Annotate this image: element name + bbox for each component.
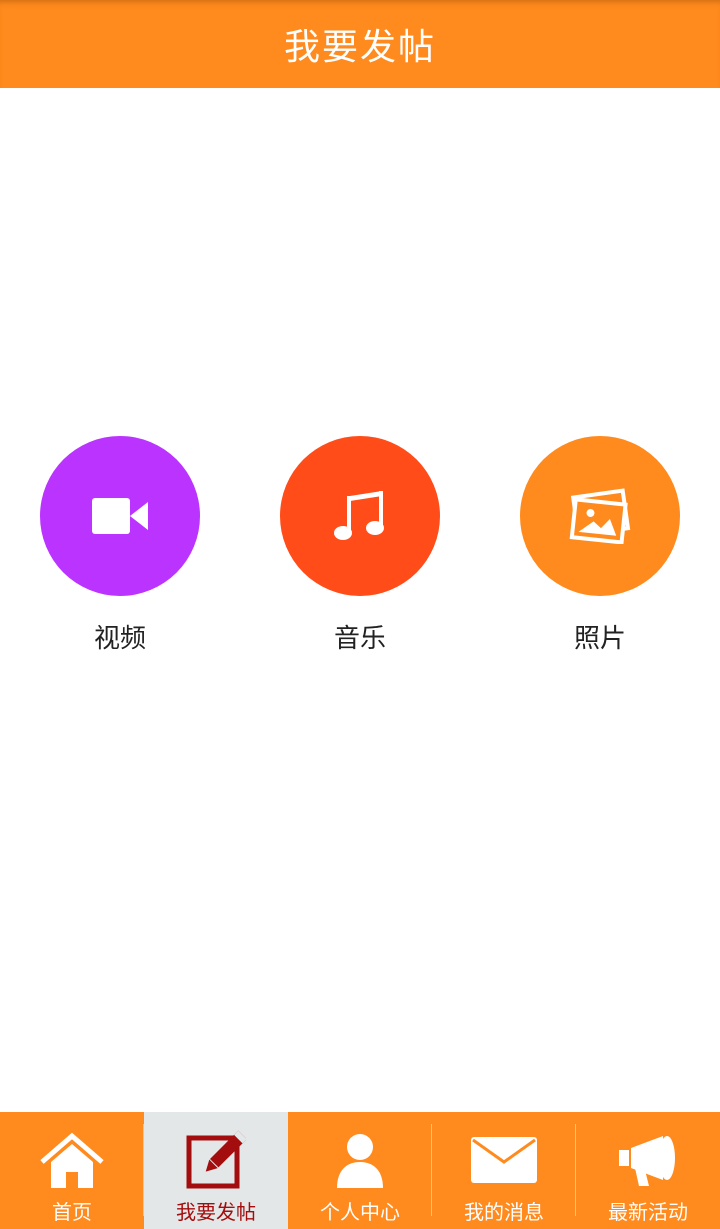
header-bar: 我要发帖 <box>0 0 720 88</box>
photo-post-button[interactable]: 照片 <box>500 436 700 655</box>
video-label: 视频 <box>93 624 146 654</box>
music-post-button[interactable]: 音乐 <box>260 436 460 655</box>
bottom-tab-bar: 首页 我要发帖 个人中心 我的消息 最新活动 <box>0 1112 720 1229</box>
tab-profile[interactable]: 个人中心 <box>288 1112 432 1229</box>
tab-events-label: 最新活动 <box>608 1200 688 1224</box>
tab-home[interactable]: 首页 <box>0 1112 144 1229</box>
music-circle[interactable] <box>280 436 440 596</box>
photos-icon <box>569 488 631 544</box>
tab-new-post[interactable]: 我要发帖 <box>144 1112 288 1229</box>
video-circle[interactable] <box>40 436 200 596</box>
mail-icon <box>471 1137 537 1183</box>
tab-new-post-label: 我要发帖 <box>176 1200 256 1224</box>
post-type-options: 视频 音乐 照片 <box>0 436 720 666</box>
photo-circle[interactable] <box>520 436 680 596</box>
tab-messages[interactable]: 我的消息 <box>432 1112 576 1229</box>
video-post-button[interactable]: 视频 <box>20 436 220 655</box>
tab-events[interactable]: 最新活动 <box>576 1112 720 1229</box>
music-label: 音乐 <box>333 624 386 654</box>
tab-home-label: 首页 <box>52 1200 92 1224</box>
photo-label: 照片 <box>573 624 626 654</box>
tab-profile-label: 个人中心 <box>320 1200 400 1224</box>
home-icon <box>40 1132 104 1188</box>
video-camera-icon <box>92 498 148 534</box>
tab-messages-label: 我的消息 <box>464 1200 544 1224</box>
user-icon <box>337 1134 383 1188</box>
edit-icon <box>186 1130 246 1189</box>
page-title: 我要发帖 <box>283 27 436 68</box>
megaphone-icon <box>619 1136 675 1186</box>
music-note-icon <box>334 491 384 540</box>
